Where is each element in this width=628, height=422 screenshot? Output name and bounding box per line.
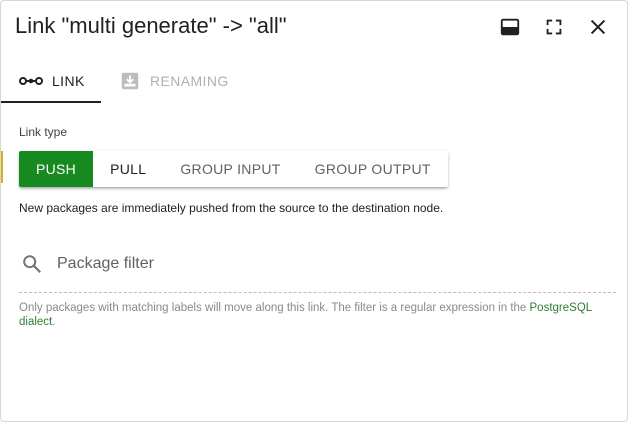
rename-icon: [119, 70, 141, 92]
link-type-push-button[interactable]: PUSH: [19, 151, 94, 187]
tab-renaming-label: RENAMING: [150, 73, 229, 89]
close-button[interactable]: [584, 13, 612, 41]
link-type-toggle-group: PUSH PULL GROUP INPUT GROUP OUTPUT: [19, 151, 448, 187]
link-icon: [19, 75, 43, 87]
active-tab-indicator: [1, 101, 101, 103]
filter-hint-text: Only packages with matching labels will …: [19, 302, 530, 314]
link-dialog: Link "multi generate" -> "all" LINK RENA…: [0, 0, 628, 422]
fullscreen-icon: [546, 19, 562, 35]
link-type-group-output-button[interactable]: GROUP OUTPUT: [298, 151, 448, 187]
fullscreen-button[interactable]: [540, 13, 568, 41]
link-type-group-input-button[interactable]: GROUP INPUT: [163, 151, 297, 187]
tab-bar: LINK RENAMING: [1, 59, 627, 103]
dialog-title: Link "multi generate" -> "all": [15, 13, 287, 38]
dock-bottom-icon: [500, 18, 520, 36]
tab-link[interactable]: LINK: [1, 59, 101, 103]
filter-underline: [19, 292, 616, 293]
tab-renaming[interactable]: RENAMING: [119, 59, 249, 103]
close-icon: [590, 19, 606, 35]
dock-bottom-button[interactable]: [496, 13, 524, 41]
link-type-description: New packages are immediately pushed from…: [19, 201, 444, 215]
link-type-pull-button[interactable]: PULL: [93, 151, 163, 187]
filter-hint-end: .: [52, 316, 56, 328]
link-type-label: Link type: [19, 125, 68, 139]
tab-link-label: LINK: [52, 73, 85, 89]
filter-hint: Only packages with matching labels will …: [19, 301, 609, 329]
search-icon: [23, 255, 42, 274]
left-accent-bar: [1, 151, 3, 183]
package-filter-input[interactable]: [57, 251, 597, 277]
